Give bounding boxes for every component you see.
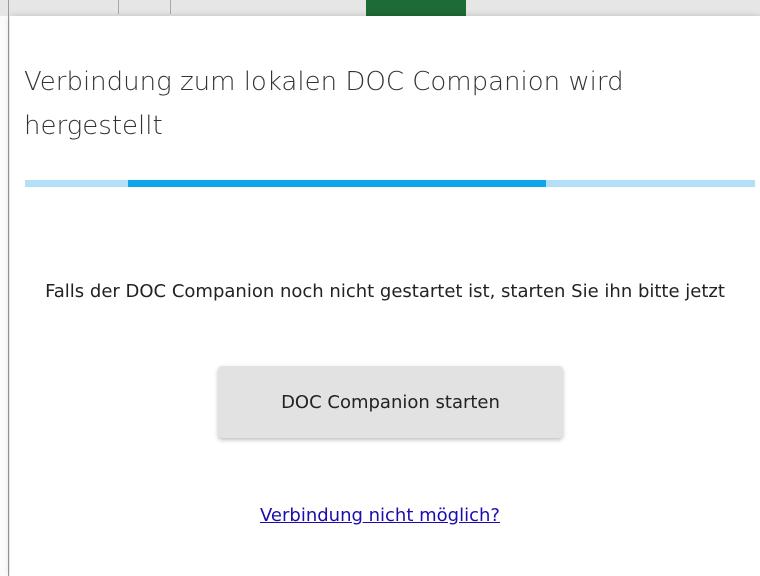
- connection-help-link[interactable]: Verbindung nicht möglich?: [0, 505, 760, 526]
- background-active-tab: [366, 0, 466, 16]
- progress-bar: [25, 180, 755, 187]
- start-companion-button[interactable]: DOC Companion starten: [218, 366, 563, 438]
- background-divider: [118, 0, 119, 14]
- progress-bar-fill: [128, 180, 546, 187]
- dialog-title: Verbindung zum lokalen DOC Companion wir…: [24, 67, 624, 141]
- screen: Verbindung zum lokalen DOC Companion wir…: [0, 0, 760, 576]
- background-divider: [170, 0, 171, 14]
- connection-dialog: Verbindung zum lokalen DOC Companion wir…: [10, 16, 760, 576]
- background-border: [8, 0, 9, 576]
- dialog-message: Falls der DOC Companion noch nicht gesta…: [45, 281, 725, 302]
